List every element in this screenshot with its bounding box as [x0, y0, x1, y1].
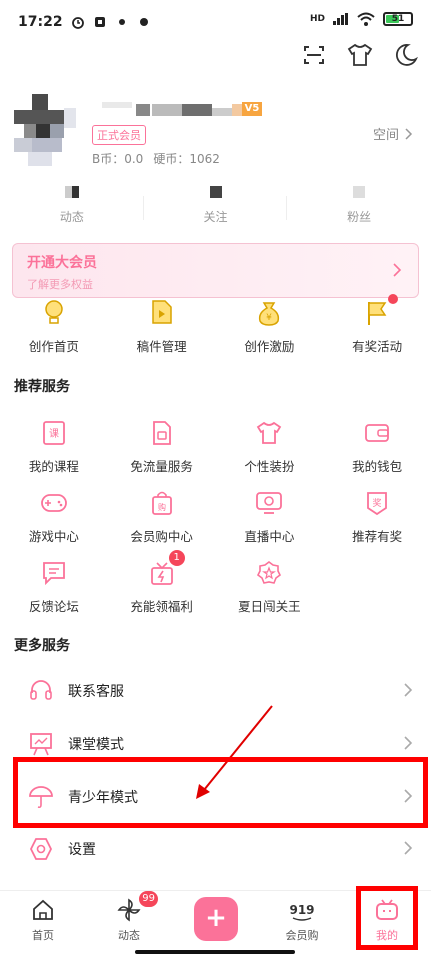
pinwheel-icon: 99 — [116, 891, 158, 923]
nav-label: 首页 — [32, 929, 54, 942]
home-icon — [30, 897, 56, 923]
mall-icon: 919 — [289, 897, 315, 923]
nav-dynamics[interactable]: 99 动态 — [99, 891, 159, 943]
highlight-box — [13, 757, 428, 828]
nav-label: 会员购 — [285, 929, 319, 942]
highlight-box — [356, 886, 418, 950]
notification-badge: 99 — [139, 891, 158, 907]
svg-text:919: 919 — [289, 903, 314, 917]
nav-home[interactable]: 首页 — [13, 897, 73, 943]
nav-label: 动态 — [118, 929, 140, 942]
publish-button[interactable]: + — [194, 897, 238, 941]
nav-mall[interactable]: 919 会员购 — [272, 897, 332, 943]
home-indicator — [135, 950, 295, 954]
